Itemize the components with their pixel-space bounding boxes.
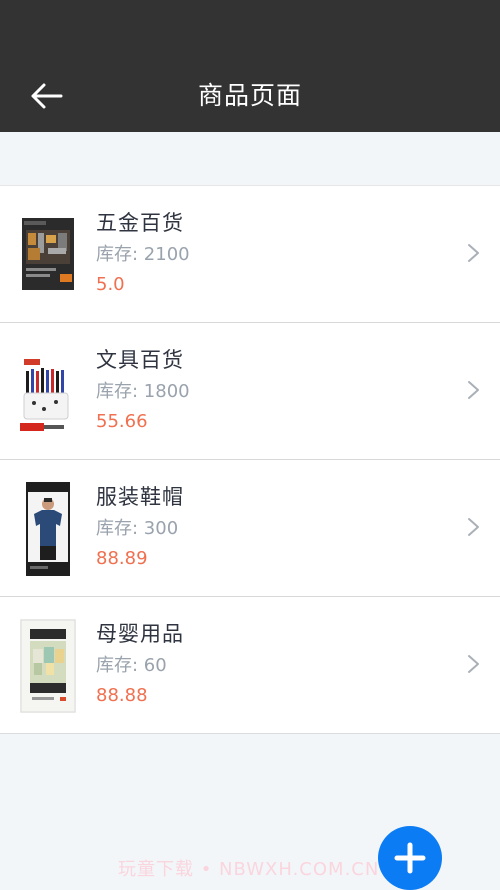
product-name: 服装鞋帽 [96,485,184,509]
product-list: 五金百货 库存: 2100 5.0 文具百货 库存: 1800 55.66 服装… [0,185,500,734]
watermark-text: 玩童下载 • NBWXH.COM.CN [118,859,380,880]
product-name: 文具百货 [96,348,184,372]
product-price: 5.0 [96,274,125,295]
product-price: 88.88 [96,685,148,706]
product-stock: 库存: 2100 [96,244,190,265]
chevron-right-icon [468,381,479,399]
product-thumbnail [20,345,76,439]
product-price: 55.66 [96,411,148,432]
product-row[interactable]: 母婴用品 库存: 60 88.88 [0,597,500,733]
product-row[interactable]: 服装鞋帽 库存: 300 88.89 [0,460,500,597]
product-price: 88.89 [96,548,148,569]
baby-clothes-image [20,619,76,713]
tshirt-model-image [20,482,76,576]
product-stock: 库存: 60 [96,655,167,676]
product-stock: 库存: 300 [96,518,179,539]
product-thumbnail [20,208,76,302]
page-title: 商品页面 [197,81,302,110]
add-product-button[interactable] [378,826,442,890]
hardware-toolkit-image [20,208,76,302]
chevron-right-icon [468,244,479,262]
chevron-right-icon [468,655,479,673]
top-app-bar: 商品页面 [0,0,500,132]
product-row[interactable]: 五金百货 库存: 2100 5.0 [0,186,500,323]
product-name: 五金百货 [96,211,184,235]
product-stock: 库存: 1800 [96,381,190,402]
product-name: 母婴用品 [96,622,184,646]
plus-icon [394,842,426,874]
product-thumbnail [20,482,76,576]
stationery-pens-image [20,345,76,439]
product-row[interactable]: 文具百货 库存: 1800 55.66 [0,323,500,460]
chevron-right-icon [468,518,479,536]
product-thumbnail [20,619,76,713]
